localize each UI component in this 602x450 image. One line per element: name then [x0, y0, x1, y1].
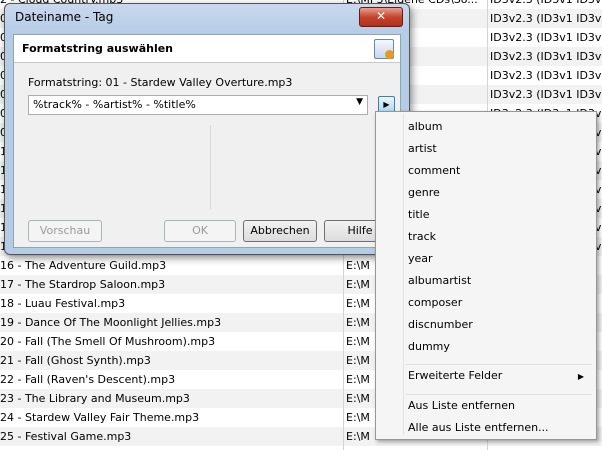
menu-item-field[interactable]: comment	[408, 160, 460, 182]
file-name-cell: 24 - Stardew Valley Fair Theme.mp3	[0, 411, 200, 424]
tag-cell: ID3v2.3 (ID3v1 ID3v2.3)	[490, 0, 602, 9]
format-string-value: %track% - %artist% - %title%	[33, 98, 196, 111]
dialog-header: Formatstring auswählen	[14, 35, 400, 63]
dialog-format-string: Dateiname - Tag ✕ Formatstring auswählen…	[4, 3, 410, 255]
tag-cell: ID3v2.3 (ID3v1 ID3v2.3)	[490, 50, 602, 63]
file-name-cell: 19 - Dance Of The Moonlight Jellies.mp3	[0, 316, 222, 329]
menu-item-field[interactable]: year	[408, 248, 433, 270]
chevron-right-icon: ▶	[577, 372, 584, 381]
field-popup-menu: album artist comment genre title track year alb…	[375, 111, 597, 440]
file-name-cell: 20 - Fall (The Smell Of Mushroom).mp3	[0, 335, 216, 348]
file-name-cell: 25 - Festival Game.mp3	[0, 430, 132, 443]
file-name-cell: 21 - Fall (Ghost Synth).mp3	[0, 354, 151, 367]
format-string-label: Formatstring: 01 - Stardew Valley Overtu…	[28, 76, 293, 89]
menu-item-field[interactable]: artist	[408, 138, 437, 160]
menu-item-field[interactable]: album	[408, 116, 442, 138]
menu-item-remove[interactable]: Aus Liste entfernen	[408, 395, 515, 417]
dialog-title: Dateiname - Tag	[15, 10, 114, 24]
format-settings-icon	[374, 39, 394, 59]
tag-cell: ID3v2.3 (ID3v1 ID3v2.3)	[490, 31, 602, 44]
close-button[interactable]: ✕	[359, 7, 403, 27]
menu-item-field[interactable]: track	[408, 226, 436, 248]
chevron-down-icon[interactable]: ▼	[356, 97, 363, 107]
file-name-cell: 22 - Fall (Raven's Descent).mp3	[0, 373, 176, 386]
menu-item-field[interactable]: dummy	[408, 336, 450, 358]
file-name-cell: 17 - The Stardrop Saloon.mp3	[0, 278, 166, 291]
cancel-button[interactable]: Abbrechen	[243, 220, 317, 242]
tag-cell: ID3v2.3 (ID3v1 ID3v2.3)	[490, 69, 602, 82]
menu-item-field[interactable]: albumartist	[408, 270, 471, 292]
menu-item-field[interactable]: discnumber	[408, 314, 473, 336]
ok-button[interactable]: OK	[164, 220, 236, 242]
file-name-cell: 23 - The Library and Museum.mp3	[0, 392, 190, 405]
menu-item-field[interactable]: title	[408, 204, 430, 226]
menu-item-field[interactable]: composer	[408, 292, 462, 314]
file-name-cell: 18 - Luau Festival.mp3	[0, 297, 126, 310]
format-string-combobox[interactable]: %track% - %artist% - %title% ▼	[28, 95, 368, 115]
menu-item-label: Erweiterte Felder	[408, 369, 503, 382]
dialog-body: Formatstring auswählen Formatstring: 01 …	[13, 34, 401, 248]
tag-cell: ID3v2.3 (ID3v1 ID3v2.3)	[490, 12, 602, 25]
divider	[210, 125, 211, 209]
menu-item-extended-fields[interactable]: Erweiterte Felder	[408, 365, 588, 387]
tag-cell: ID3v2.3 (ID3v1 ID3v2.3)	[490, 88, 602, 101]
menu-gutter	[403, 114, 404, 435]
file-name-cell: 16 - The Adventure Guild.mp3	[0, 259, 167, 272]
menu-item-remove-all[interactable]: Alle aus Liste entfernen...	[408, 417, 549, 439]
preview-button[interactable]: Vorschau	[28, 220, 102, 242]
dialog-header-title: Formatstring auswählen	[22, 42, 174, 55]
menu-item-field[interactable]: genre	[408, 182, 440, 204]
